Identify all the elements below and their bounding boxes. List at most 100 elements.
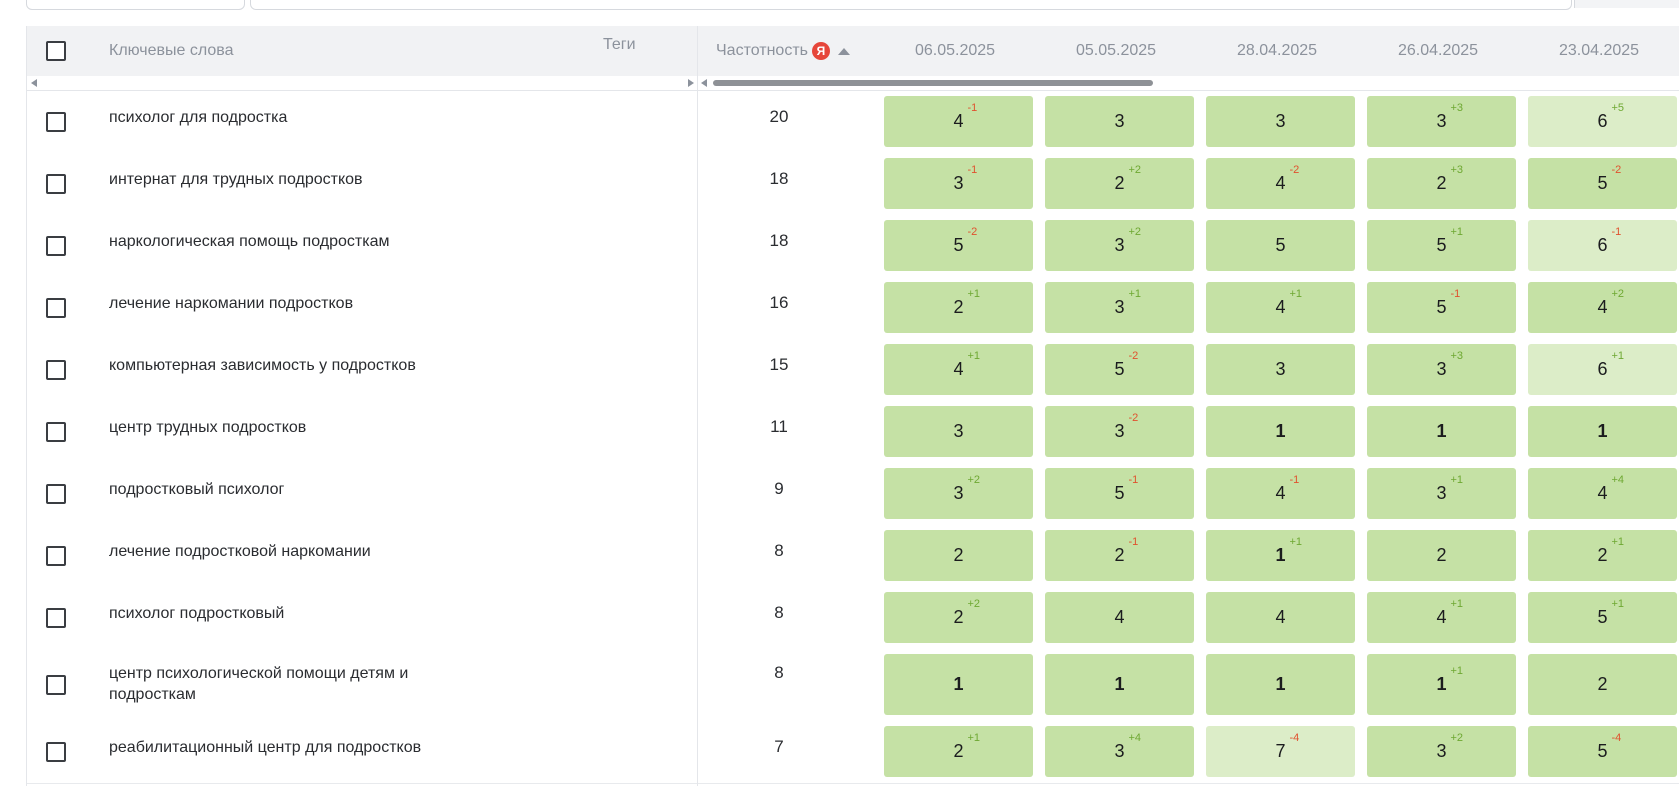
position-cell[interactable]: 4 -1 [884,96,1033,147]
row-checkbox[interactable] [46,360,66,380]
scroll-left-arrow-icon[interactable] [701,79,707,87]
position-cell[interactable]: 3 [1045,96,1194,147]
table-row[interactable]: психолог для подростка 20 4 -1 3 3 3 +3 6 +5 [27,91,1679,154]
position-cell[interactable]: 1 [1528,406,1677,457]
position-cell[interactable]: 1 [884,654,1033,715]
row-checkbox[interactable] [46,298,66,318]
table-row[interactable]: реабилитационный центр для подростков 7 2 +… [27,721,1679,784]
position-cell[interactable]: 4 [1045,592,1194,643]
position-cell[interactable]: 1 [1367,406,1516,457]
position-cell[interactable]: 4 +1 [1206,282,1355,333]
date-column-header[interactable]: 23.04.2025 [1559,26,1639,76]
row-checkbox[interactable] [46,608,66,628]
row-checkbox[interactable] [46,112,66,132]
table-row[interactable]: подростковый психолог 9 3 +2 5 -1 4 -1 3 +1 4 +4 [27,463,1679,526]
date-column-header[interactable]: 06.05.2025 [915,26,995,76]
position-cell[interactable]: 3 +4 [1045,726,1194,777]
keyword-text: реабилитационный центр для подростков [109,739,422,756]
position-delta: +4 [1128,732,1142,744]
position-cell[interactable]: 5 [1206,220,1355,271]
position-value: 6 +1 [1597,350,1625,379]
filter-select[interactable] [26,0,245,10]
position-cell[interactable]: 4 +2 [1528,282,1677,333]
position-cell[interactable]: 4 +1 [1367,592,1516,643]
position-cell[interactable]: 5 -2 [1528,158,1677,209]
scroll-left-arrow-icon[interactable] [31,79,37,87]
table-row[interactable]: лечение наркомании подростков 16 2 +1 3 +1 4 +1… [27,277,1679,340]
position-cell[interactable]: 3 +2 [884,468,1033,519]
table-row[interactable]: наркологическая помощь подросткам 18 5 -2 3 +… [27,215,1679,278]
position-cell[interactable]: 1 [1206,654,1355,715]
position-cell[interactable]: 1 [1045,654,1194,715]
position-cell[interactable]: 3 +1 [1045,282,1194,333]
position-cell[interactable]: 6 +1 [1528,344,1677,395]
position-cell[interactable]: 2 +3 [1367,158,1516,209]
position-cell[interactable]: 5 +1 [1367,220,1516,271]
position-cell[interactable]: 2 [884,530,1033,581]
position-cell[interactable]: 2 +1 [884,282,1033,333]
date-column-header[interactable]: 26.04.2025 [1398,26,1478,76]
position-cell[interactable]: 6 -1 [1528,220,1677,271]
position-cell[interactable]: 5 -1 [1045,468,1194,519]
position-cell[interactable]: 3 +2 [1045,220,1194,271]
position-cell[interactable]: 3 [884,406,1033,457]
date-column-header[interactable]: 05.05.2025 [1076,26,1156,76]
position-cell[interactable]: 3 +3 [1367,344,1516,395]
position-cell[interactable]: 1 [1206,406,1355,457]
position-cell[interactable]: 2 -1 [1045,530,1194,581]
frequency-value: 16 [769,293,789,312]
position-cell[interactable]: 4 -2 [1206,158,1355,209]
toolbar-button[interactable] [1574,0,1679,8]
frequency-column-header[interactable]: Частотность Я [716,26,850,76]
keywords-column-header[interactable]: Ключевые слова [109,26,234,76]
position-cell[interactable]: 2 +1 [1528,530,1677,581]
row-checkbox[interactable] [46,174,66,194]
row-checkbox[interactable] [46,546,66,566]
row-checkbox[interactable] [46,675,66,695]
tags-column-header[interactable]: Теги [603,20,636,70]
table-row[interactable]: интернат для трудных подростков 18 3 -1 2 +2 4… [27,153,1679,216]
position-cell[interactable]: 1 +1 [1206,530,1355,581]
row-checkbox[interactable] [46,484,66,504]
select-all-checkbox[interactable] [46,41,66,61]
position-cell[interactable]: 1 +1 [1367,654,1516,715]
position-cell[interactable]: 5 -2 [1045,344,1194,395]
position-cell[interactable]: 3 -2 [1045,406,1194,457]
row-checkbox[interactable] [46,742,66,762]
position-cell[interactable]: 3 -1 [884,158,1033,209]
position-cell[interactable]: 4 +1 [884,344,1033,395]
position-cell[interactable]: 2 +2 [1045,158,1194,209]
position-cell[interactable]: 2 [1367,530,1516,581]
scroll-right-arrow-icon[interactable] [688,79,694,87]
search-input[interactable] [250,0,1572,10]
position-cell[interactable]: 2 +2 [884,592,1033,643]
position-cell[interactable]: 5 -2 [884,220,1033,271]
position-cell[interactable]: 3 +3 [1367,96,1516,147]
position-cell[interactable]: 4 [1206,592,1355,643]
position-cell[interactable]: 3 [1206,344,1355,395]
table-row[interactable]: центр психологической помощи детям и под… [27,649,1679,722]
position-cell[interactable]: 3 +1 [1367,468,1516,519]
sort-ascending-icon[interactable] [837,47,850,55]
position-cell[interactable]: 3 [1206,96,1355,147]
horizontal-scrollbar[interactable] [27,76,1679,91]
position-cell[interactable]: 2 [1528,654,1677,715]
position-cell[interactable]: 2 +1 [884,726,1033,777]
position-cell[interactable]: 6 +5 [1528,96,1677,147]
table-row[interactable]: лечение подростковой наркомании 8 2 2 -1 1 +1 2… [27,525,1679,588]
row-checkbox[interactable] [46,422,66,442]
position-cell[interactable]: 5 -4 [1528,726,1677,777]
position-cell[interactable]: 3 +2 [1367,726,1516,777]
position-cell[interactable]: 4 +4 [1528,468,1677,519]
scrollbar-thumb[interactable] [713,80,1153,86]
position-cell[interactable]: 5 +1 [1528,592,1677,643]
table-row[interactable]: компьютерная зависимость у подростков 15 4… [27,339,1679,402]
position-cell[interactable]: 4 -1 [1206,468,1355,519]
position-delta: -1 [1128,536,1139,548]
table-row[interactable]: психолог подростковый 8 2 +2 4 4 4 +1 5 +1 [27,587,1679,650]
position-cell[interactable]: 5 -1 [1367,282,1516,333]
position-cell[interactable]: 7 -4 [1206,726,1355,777]
table-row[interactable]: центр трудных подростков 11 3 3 -2 1 1 1 [27,401,1679,464]
date-column-header[interactable]: 28.04.2025 [1237,26,1317,76]
row-checkbox[interactable] [46,236,66,256]
